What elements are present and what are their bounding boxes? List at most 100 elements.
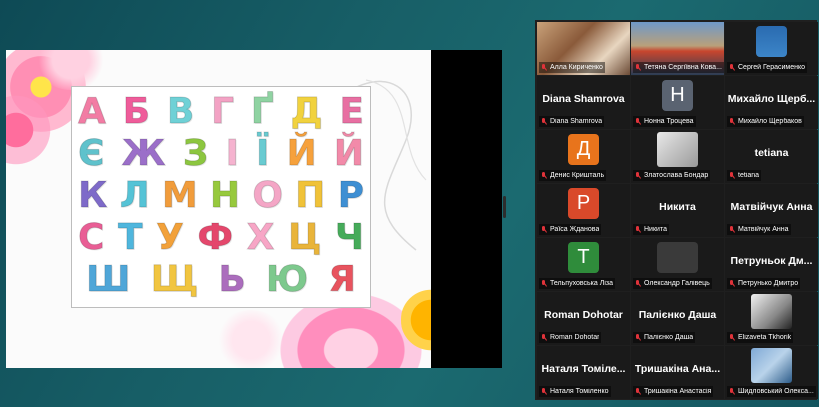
participant-tile[interactable]: Diana Shamrova Diana Shamrova [537,76,630,129]
participant-tile[interactable]: Roman Dohotar Roman Dohotar [537,292,630,345]
participant-display-name: Diana Shamrova [542,93,625,105]
participant-avatar: Д [568,134,599,165]
participant-avatar: Н [662,80,693,111]
alphabet-letter: М [161,175,198,216]
muted-mic-icon [729,63,735,72]
alphabet-letter: Й [333,133,364,174]
participant-tile[interactable]: tetiana tetiana [725,130,818,183]
muted-mic-icon [635,387,641,396]
participant-name: Михайло Щербаков [738,118,802,125]
alphabet-letter: Г [211,91,235,132]
participant-tile[interactable]: Михайло Щерб... Михайло Щербаков [725,76,818,129]
participant-tile[interactable]: Р Раїса Жданова [537,184,630,237]
alphabet-letter: Б [122,91,151,132]
shared-screen: АБВГҐДЕЄЖЗІЇЙЙКЛМНОПРСТУФХЦЧШЩЬЮЯ [6,50,502,368]
participant-display-name: Михайло Щерб... [727,93,816,105]
participant-video [756,26,787,57]
participant-name: Денис Кришталь [550,172,605,179]
participant-display-name: Никита [659,201,696,213]
participant-tile[interactable]: Матвійчук Анна Матвійчук Анна [725,184,818,237]
alphabet-letter: Ь [218,259,246,300]
alphabet-letter: Ц [287,217,322,258]
flower-bottom-left [216,310,286,368]
participant-name-label: Петрунько Дмитро [727,278,801,289]
alphabet-card: АБВГҐДЕЄЖЗІЇЙЙКЛМНОПРСТУФХЦЧШЩЬЮЯ [71,86,371,308]
alphabet-letter: Ф [197,217,234,258]
muted-mic-icon [729,117,735,126]
participant-tile[interactable]: Златослава Бондар [631,130,724,183]
participant-name-label: Тельпуховська Ліза [539,278,615,289]
alphabet-letter: Д [290,91,323,132]
participant-name: Наталя Томіленко [550,388,609,395]
participant-tile[interactable]: Петруньок Дм... Петрунько Дмитро [725,238,818,291]
alphabet-letter: Є [77,133,105,174]
muted-mic-icon [635,279,641,288]
alphabet-letter: А [78,91,107,132]
participant-tile[interactable]: Тришакіна Ана... Тришакіна Анастасія [631,346,724,399]
muted-mic-icon [729,279,735,288]
participant-name: Шидловський Олекса... [738,388,814,395]
muted-mic-icon [541,387,547,396]
participant-name: Roman Dohotar [550,334,600,341]
slide: АБВГҐДЕЄЖЗІЇЙЙКЛМНОПРСТУФХЦЧШЩЬЮЯ [6,50,431,368]
participant-name-label: Тришакіна Анастасія [633,386,714,397]
participant-tile[interactable]: Elizaveta Tkhorik [725,292,818,345]
participant-tile[interactable]: Наталя Томіле... Наталя Томіленко [537,346,630,399]
muted-mic-icon [729,225,735,234]
muted-mic-icon [541,225,547,234]
participant-name-label: Наталя Томіленко [539,386,611,397]
participant-avatar: Т [568,242,599,273]
participant-name-label: tetiana [727,170,762,181]
participant-tile[interactable]: Д Денис Кришталь [537,130,630,183]
participant-video [657,132,698,167]
participant-name: Златослава Бондар [644,172,709,179]
alphabet-letter: Ж [121,133,166,174]
participant-name: Матвійчук Анна [738,226,789,233]
alphabet-letter: О [252,175,284,216]
participant-avatar [657,242,698,273]
participant-tile[interactable]: Олександр Галівець [631,238,724,291]
muted-mic-icon [729,171,735,180]
participant-display-name: tetiana [754,147,789,159]
participant-tile[interactable]: Сергей Герасименко [725,22,818,75]
muted-mic-icon [635,171,641,180]
participant-tile[interactable]: Палієнко Даша Палієнко Даша [631,292,724,345]
alphabet-letter: Ї [255,133,270,174]
alphabet-letter: С [77,217,105,258]
participant-display-name: Тришакіна Ана... [634,363,721,375]
participant-name-label: Сергей Герасименко [727,62,808,73]
participant-tile[interactable]: Никита Никита [631,184,724,237]
participant-name-label: Матвійчук Анна [727,224,791,235]
muted-mic-icon [541,117,547,126]
muted-mic-icon [729,387,735,396]
alphabet-letter: І [225,133,239,174]
participant-name: Тельпуховська Ліза [550,280,613,287]
participant-name: Elizaveta Tkhorik [738,334,792,341]
participant-name-label: Денис Кришталь [539,170,607,181]
participant-tile[interactable]: Т Тельпуховська Ліза [537,238,630,291]
alphabet-row: КЛМНОПР [72,175,370,217]
alphabet-letter: Л [119,175,150,216]
participant-name-label: Михайло Щербаков [727,116,804,127]
alphabet-letter: З [182,133,209,174]
alphabet-letter: Р [337,175,364,216]
participant-display-name: Наталя Томіле... [541,363,626,375]
participant-name-label: Златослава Бондар [633,170,711,181]
muted-mic-icon [541,279,547,288]
participant-name: Тришакіна Анастасія [644,388,712,395]
participant-name: tetiana [738,172,760,179]
splitter-handle[interactable] [503,196,506,218]
participant-tile[interactable]: Шидловський Олекса... [725,346,818,399]
participant-tile[interactable]: Н Нонна Троцева [631,76,724,129]
participant-display-name: Roman Dohotar [544,309,623,321]
participant-tile[interactable]: Тетяна Сергіївна Кова... [631,22,724,75]
alphabet-letter: Ш [85,259,131,300]
participant-name-label: Шидловський Олекса... [727,386,816,397]
alphabet-letter: Ю [265,259,309,300]
participant-name-label: Roman Dohotar [539,332,602,343]
muted-mic-icon [635,225,641,234]
participant-name-label: Никита [633,224,669,235]
participant-tile[interactable]: Алла Кириченко [537,22,630,75]
alphabet-row: СТУФХЦЧ [72,217,370,259]
participant-name: Алла Кириченко [550,64,603,71]
